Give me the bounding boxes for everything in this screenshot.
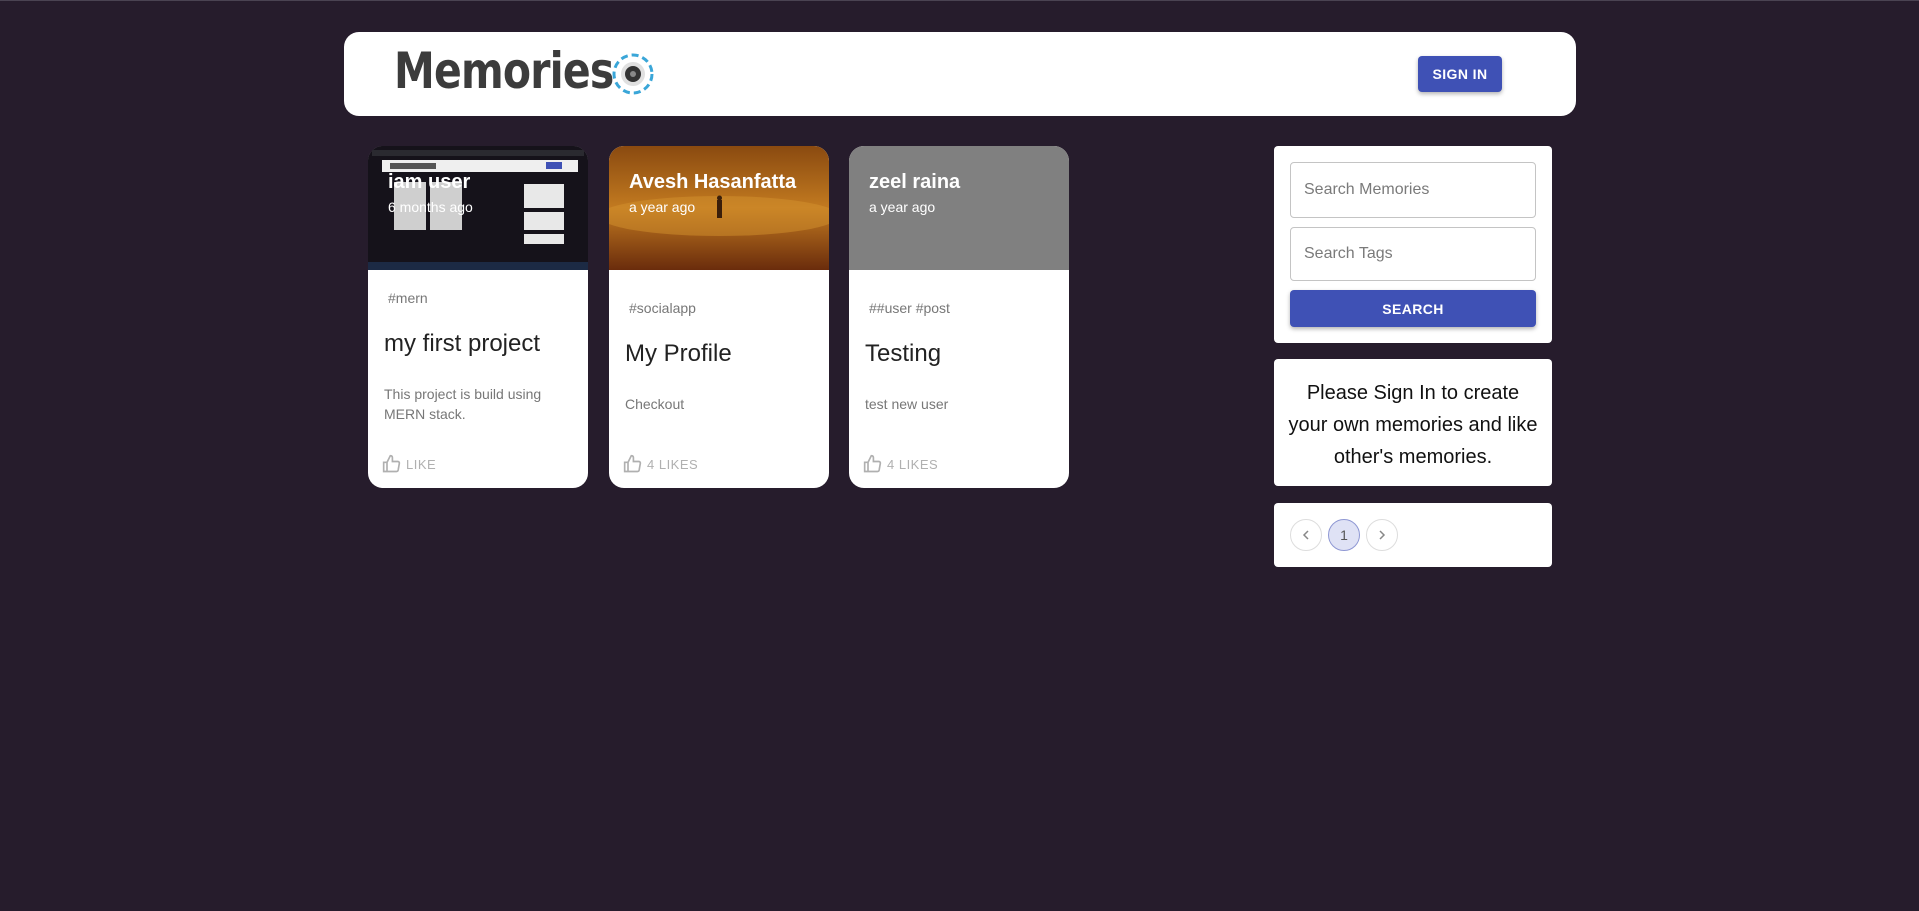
post-tags: #mern <box>388 290 428 306</box>
thumb-up-icon <box>863 454 882 473</box>
post-author: Avesh Hasanfatta <box>629 171 797 193</box>
app-bar: Memories SIGN IN <box>344 32 1576 116</box>
signin-message-panel: Please Sign In to create your own memori… <box>1274 359 1552 486</box>
post-time: a year ago <box>869 199 936 215</box>
previous-page-button[interactable] <box>1290 519 1322 551</box>
next-page-button[interactable] <box>1366 519 1398 551</box>
like-label: LIKE <box>406 456 437 472</box>
post-time: 6 months ago <box>388 199 473 215</box>
like-label: 4 LIKES <box>647 456 699 472</box>
post-message: This project is build using MERN stack. <box>384 386 542 422</box>
chevron-right-icon <box>1379 530 1386 540</box>
search-memories-input[interactable]: Search Memories <box>1290 162 1536 218</box>
post-time: a year ago <box>629 199 696 215</box>
like-label: 4 LIKES <box>887 456 939 472</box>
post-tags: #socialapp <box>629 300 696 316</box>
brand-title[interactable]: Memories <box>394 46 614 96</box>
post-title: Testing <box>865 340 942 367</box>
post-message: test new user <box>865 396 949 412</box>
pagination-panel: 1 <box>1274 503 1552 567</box>
post-image: Avesh Hasanfatta a year ago <box>609 146 829 270</box>
search-button[interactable]: SEARCH <box>1290 290 1536 327</box>
post-image: iam user 6 months ago <box>368 146 588 270</box>
sign-in-button[interactable]: SIGN IN <box>1418 56 1502 92</box>
post-header: iam user 6 months ago <box>388 170 473 215</box>
memories-logo-icon <box>612 53 654 95</box>
like-button[interactable]: 4 LIKES <box>623 454 698 474</box>
thumb-up-icon <box>623 454 642 473</box>
post-card: Avesh Hasanfatta a year ago #socialapp M… <box>609 146 829 488</box>
post-title: my first project <box>384 330 541 357</box>
page-button-current[interactable]: 1 <box>1328 519 1360 551</box>
thumb-up-icon <box>382 454 401 473</box>
post-message: Checkout <box>625 396 685 412</box>
post-header: zeel raina a year ago <box>869 170 960 215</box>
post-tags: ##user #post <box>869 300 950 316</box>
post-author: zeel raina <box>869 171 961 193</box>
post-author: iam user <box>388 171 471 193</box>
post-card: iam user 6 months ago #mern my first pro… <box>368 146 588 488</box>
chevron-left-icon <box>1302 530 1309 540</box>
post-card: zeel raina a year ago ##user #post Testi… <box>849 146 1069 488</box>
like-button[interactable]: 4 LIKES <box>863 454 938 474</box>
post-image-placeholder: zeel raina a year ago <box>849 146 1069 270</box>
like-button[interactable]: LIKE <box>382 454 436 474</box>
signin-message: Please Sign In to create your own memori… <box>1288 382 1538 468</box>
post-title: My Profile <box>625 340 732 367</box>
search-tags-input[interactable]: Search Tags <box>1290 227 1536 281</box>
search-panel: Search Memories Search Tags SEARCH <box>1274 146 1552 343</box>
post-header: Avesh Hasanfatta a year ago <box>629 170 796 215</box>
